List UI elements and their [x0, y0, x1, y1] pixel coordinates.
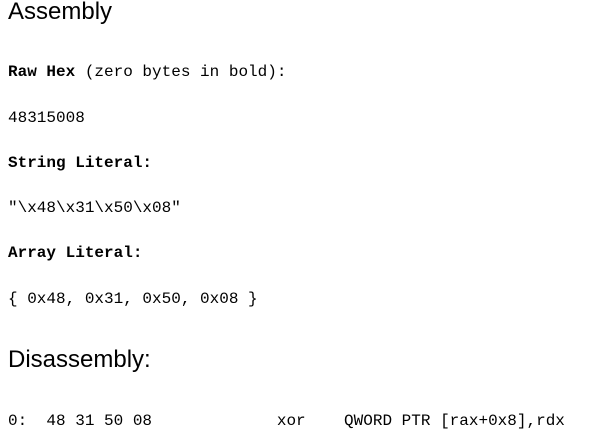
assembly-heading: Assembly: [8, 0, 113, 25]
raw-hex-value: 48315008: [8, 109, 85, 127]
disassembly-line: 0: 48 31 50 08 xor QWORD PTR [rax+0x8],r…: [8, 412, 565, 430]
disassembly-heading: Disassembly:: [8, 346, 151, 373]
array-literal-label: Array Literal:: [8, 244, 143, 262]
raw-hex-label: Raw Hex: [8, 63, 76, 81]
string-literal-label: String Literal:: [8, 154, 153, 172]
string-literal-value: "\x48\x31\x50\x08": [8, 199, 181, 217]
array-literal-value: { 0x48, 0x31, 0x50, 0x08 }: [8, 290, 258, 308]
raw-hex-label-line: Raw Hex (zero bytes in bold):: [8, 64, 286, 80]
raw-hex-note: (zero bytes in bold):: [75, 63, 287, 81]
